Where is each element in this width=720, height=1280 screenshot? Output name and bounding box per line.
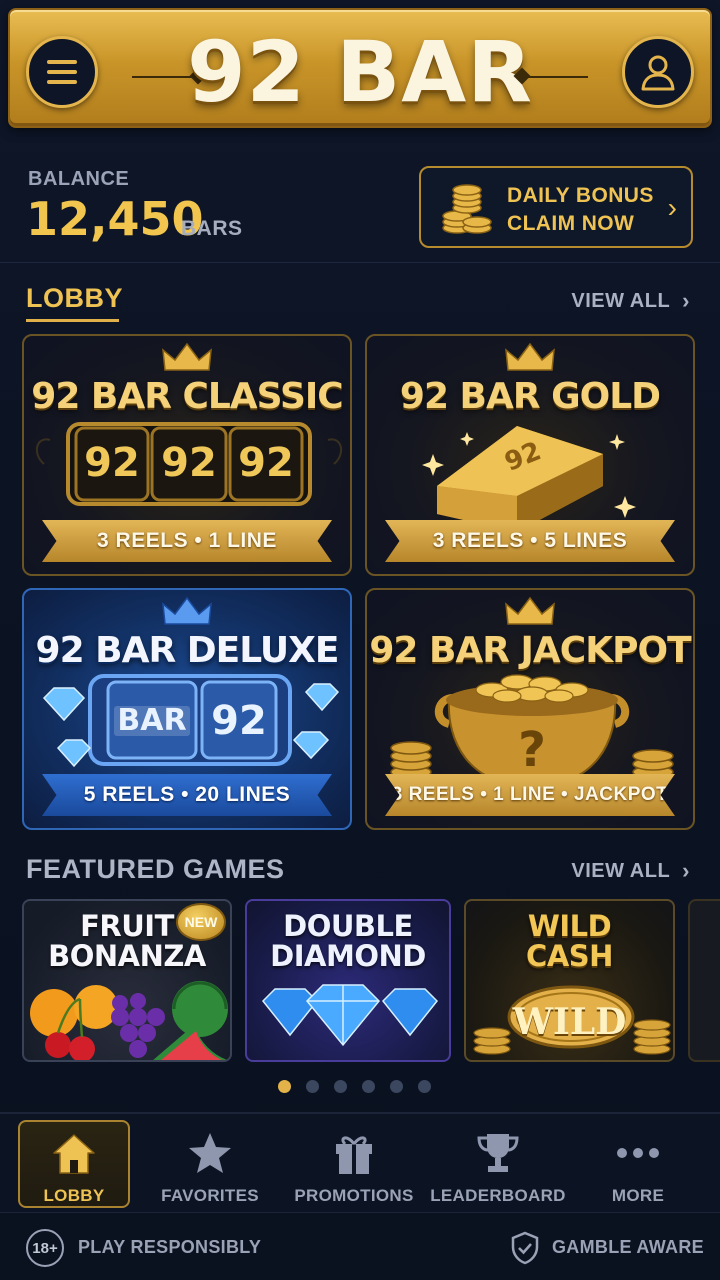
daily-bonus-cta: CLAIM NOW (507, 212, 635, 235)
game-info-ribbon: 5 REELS • 20 LINES (42, 774, 332, 816)
featured-pagination (278, 1080, 431, 1093)
user-profile-icon (641, 55, 675, 91)
balance-value: 12,450 (26, 192, 204, 246)
nav-item-favorites[interactable]: FAVORITES (154, 1120, 266, 1208)
wild-emblem: WILD (512, 1001, 627, 1043)
game-card-92-bar-deluxe[interactable]: 92 BAR DELUXE BAR 92 5 REELS • 20 LINES (22, 588, 352, 830)
nav-label: LOBBY (43, 1186, 105, 1205)
chevron-right-icon: › (682, 288, 690, 313)
game-card-92-bar-gold[interactable]: 92 BAR GOLD 92 3 REELS • 5 LINES (365, 334, 695, 576)
lobby-title: LOBBY (26, 283, 123, 313)
featured-view-all-link[interactable]: VIEW ALL › (571, 858, 690, 884)
gamble-aware-link[interactable]: GAMBLE AWARE (552, 1237, 704, 1258)
featured-game-double-diamond[interactable]: DOUBLE DIAMOND (245, 899, 451, 1062)
game-info-ribbon: 3 REELS • 5 LINES (385, 520, 675, 562)
logo-line-right (524, 76, 588, 78)
bottom-navigation: LOBBY FAVORITES PROMOTIONS LEADERBOARD M… (0, 1112, 720, 1212)
app-header: 92 BAR (8, 8, 712, 128)
nav-label: LEADERBOARD (430, 1186, 566, 1205)
profile-button[interactable] (622, 36, 694, 108)
footer: 18+ PLAY RESPONSIBLY GAMBLE AWARE (0, 1212, 720, 1280)
view-all-label: VIEW ALL (571, 859, 671, 882)
game-info-ribbon: 3 REELS • 1 LINE (42, 520, 332, 562)
featured-title: FEATURED GAMES (26, 854, 285, 884)
new-badge: NEW (176, 903, 226, 941)
featured-game-title: WILD CASH (466, 911, 673, 971)
divider (0, 262, 720, 263)
fruits-illustration (30, 981, 228, 1060)
game-info-ribbon: 3 REELS • 1 LINE • JACKPOT (385, 774, 675, 816)
title-line: CASH (526, 939, 613, 973)
pagination-dot[interactable] (418, 1080, 431, 1093)
more-dots-icon (617, 1148, 659, 1158)
pagination-dot[interactable] (278, 1080, 291, 1093)
lobby-view-all-link[interactable]: VIEW ALL › (571, 288, 690, 314)
view-all-label: VIEW ALL (571, 289, 671, 312)
daily-bonus-button[interactable]: DAILY BONUS CLAIM NOW › (419, 166, 693, 248)
title-line: WILD (527, 909, 612, 943)
diamonds-illustration (261, 984, 439, 1047)
gift-icon (336, 1136, 372, 1174)
title-line: BONANZA (48, 939, 206, 973)
nav-label: FAVORITES (161, 1186, 259, 1205)
daily-bonus-title: DAILY BONUS (507, 184, 654, 207)
pagination-dot[interactable] (390, 1080, 403, 1093)
coin-stack-icon (442, 184, 492, 234)
lobby-underline (26, 319, 119, 322)
title-line: DIAMOND (270, 939, 426, 973)
reel-symbol: 92 (238, 440, 294, 486)
home-icon (53, 1134, 95, 1174)
age-restriction-badge: 18+ (26, 1229, 64, 1267)
app-screen: 92 BAR BALANCE 12,450 BARS DAILY BONUS C… (0, 0, 720, 1280)
nav-item-more[interactable]: MORE (582, 1120, 694, 1208)
nav-item-leaderboard[interactable]: LEADERBOARD (430, 1120, 565, 1208)
game-card-92-bar-classic[interactable]: 92 BAR CLASSIC 92 92 92 3 REELS • 1 LINE (22, 334, 352, 576)
nav-label: MORE (611, 1186, 665, 1205)
balance-label: BALANCE (28, 168, 130, 190)
reel-symbol: 92 (84, 440, 140, 486)
pagination-dot[interactable] (306, 1080, 319, 1093)
reel-symbol: BAR (117, 703, 187, 738)
app-logo: 92 BAR (187, 23, 533, 121)
nav-item-lobby[interactable]: LOBBY (18, 1120, 130, 1208)
reel-symbol: 92 (211, 698, 267, 744)
featured-game-wild-cash[interactable]: WILD CASH WILD (464, 899, 675, 1062)
reel-symbol: 92 (161, 440, 217, 486)
game-card-92-bar-jackpot[interactable]: 92 BAR JACKPOT ? 3 REELS • 1 LINE • JACK… (365, 588, 695, 830)
title-line: DOUBLE (283, 909, 413, 943)
trophy-icon (477, 1134, 519, 1172)
play-responsibly-text: PLAY RESPONSIBLY (78, 1237, 262, 1257)
balance-unit: BARS (181, 217, 243, 240)
pagination-dot[interactable] (334, 1080, 347, 1093)
star-icon (189, 1133, 231, 1173)
mystery-symbol: ? (518, 722, 546, 778)
shield-check-icon (511, 1231, 539, 1265)
chevron-right-icon: › (667, 192, 677, 223)
featured-game-title: DOUBLE DIAMOND (247, 911, 449, 971)
nav-label: PROMOTIONS (294, 1186, 414, 1205)
featured-game-fruit-bonanza[interactable]: FRUIT BONANZA NEW (22, 899, 232, 1062)
featured-game-next-peek[interactable] (688, 899, 720, 1062)
pagination-dot[interactable] (362, 1080, 375, 1093)
nav-item-promotions[interactable]: PROMOTIONS (294, 1120, 413, 1208)
chevron-right-icon: › (682, 858, 690, 883)
